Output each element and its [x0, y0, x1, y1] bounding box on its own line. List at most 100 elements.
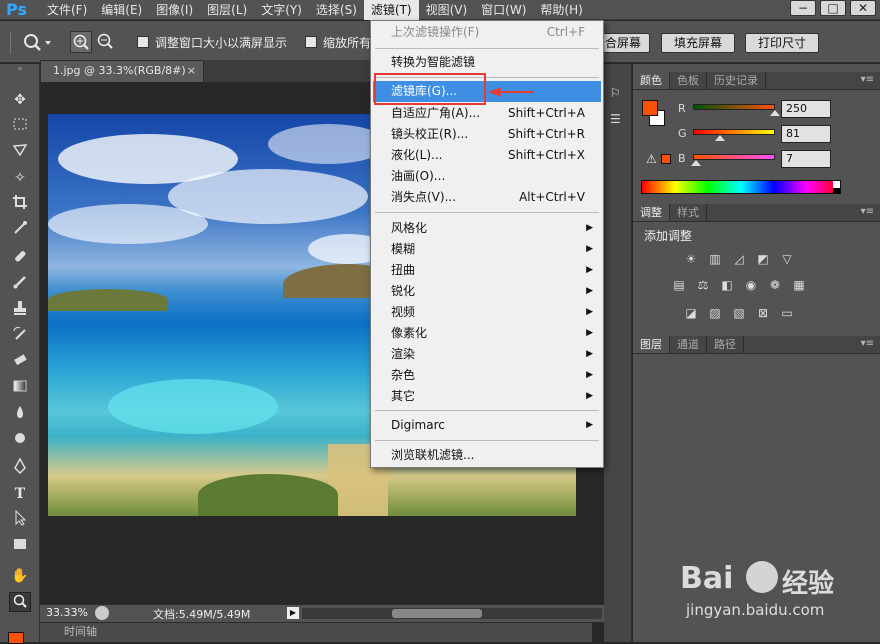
menu-item-digimarc[interactable]: Digimarc ▶: [373, 415, 601, 436]
menu-item-video[interactable]: 视频 ▶: [373, 302, 601, 323]
menu-item-last-filter[interactable]: 上次滤镜操作(F) Ctrl+F: [373, 22, 601, 43]
menu-edit[interactable]: 编辑(E): [94, 0, 149, 20]
horizontal-scrollbar[interactable]: [302, 608, 602, 619]
menu-item-oil-paint[interactable]: 油画(O)...: [373, 166, 601, 187]
blur-tool-icon[interactable]: [9, 404, 31, 424]
white-swatch[interactable]: [833, 181, 840, 188]
path-selection-tool-icon[interactable]: [9, 509, 31, 530]
collapse-arrows-icon[interactable]: »: [9, 64, 31, 74]
r-slider[interactable]: [693, 104, 775, 110]
menu-image[interactable]: 图像(I): [149, 0, 200, 20]
type-tool-icon[interactable]: T: [9, 484, 31, 504]
tab-paths[interactable]: 路径: [707, 336, 744, 353]
lasso-tool-icon[interactable]: [9, 142, 31, 162]
tab-layers[interactable]: 图层: [633, 336, 670, 353]
b-slider-handle[interactable]: [691, 160, 701, 166]
exposure-icon[interactable]: ◩: [755, 252, 771, 266]
g-value-input[interactable]: 81: [781, 125, 831, 143]
properties-panel-icon[interactable]: ☰: [610, 112, 626, 126]
menu-select[interactable]: 选择(S): [309, 0, 364, 20]
menu-filter[interactable]: 滤镜(T): [363, 0, 419, 20]
zoom-out-icon[interactable]: [95, 31, 117, 53]
curves-icon[interactable]: ◿: [731, 252, 747, 266]
menu-item-adaptive-wide-angle[interactable]: 自适应广角(A)... Shift+Ctrl+A: [373, 103, 601, 124]
minimize-button[interactable]: −: [790, 0, 816, 16]
menu-item-distort[interactable]: 扭曲 ▶: [373, 260, 601, 281]
gradient-tool-icon[interactable]: [9, 378, 31, 398]
zoom-tool-icon[interactable]: [20, 31, 52, 53]
tab-styles[interactable]: 样式: [670, 204, 707, 221]
levels-icon[interactable]: ▥: [707, 252, 723, 266]
zoom-all-checkbox[interactable]: [305, 36, 317, 48]
menu-item-liquify[interactable]: 液化(L)... Shift+Ctrl+X: [373, 145, 601, 166]
eraser-tool-icon[interactable]: [9, 352, 31, 372]
status-info-icon[interactable]: [95, 606, 109, 620]
gamut-warning-icon[interactable]: ⚠: [646, 152, 657, 166]
menu-type[interactable]: 文字(Y): [254, 0, 309, 20]
posterize-icon[interactable]: ▨: [707, 306, 723, 320]
b-slider[interactable]: [693, 154, 775, 160]
tab-close-icon[interactable]: ×: [187, 61, 196, 81]
threshold-icon[interactable]: ▧: [731, 306, 747, 320]
fit-screen-button[interactable]: 合屏幕: [596, 33, 650, 53]
tab-channels[interactable]: 通道: [670, 336, 707, 353]
resize-windows-checkbox[interactable]: [137, 36, 149, 48]
print-size-button[interactable]: 打印尺寸: [745, 33, 819, 53]
fill-screen-button[interactable]: 填充屏幕: [661, 33, 735, 53]
vibrance-icon[interactable]: ▽: [779, 252, 795, 266]
fg-color-chip-top[interactable]: [642, 100, 658, 116]
history-panel-icon[interactable]: ⚐: [610, 86, 626, 100]
hue-saturation-icon[interactable]: ▤: [671, 278, 687, 292]
photo-filter-icon[interactable]: ◉: [743, 278, 759, 292]
maximize-button[interactable]: □: [820, 0, 846, 16]
menu-item-sharpen[interactable]: 锐化 ▶: [373, 281, 601, 302]
menu-window[interactable]: 窗口(W): [474, 0, 533, 20]
zoom-in-icon[interactable]: [70, 31, 92, 53]
brightness-icon[interactable]: ☀: [683, 252, 699, 266]
r-slider-handle[interactable]: [770, 110, 780, 116]
timeline-panel-tab[interactable]: 时间轴: [40, 622, 592, 642]
clone-stamp-tool-icon[interactable]: [9, 300, 31, 320]
menu-item-render[interactable]: 渲染 ▶: [373, 344, 601, 365]
menu-item-lens-correction[interactable]: 镜头校正(R)... Shift+Ctrl+R: [373, 124, 601, 145]
zoom-level[interactable]: 33.33%: [46, 606, 88, 619]
menu-item-pixelate[interactable]: 像素化 ▶: [373, 323, 601, 344]
selective-color-icon[interactable]: ⊠: [755, 306, 771, 320]
close-button[interactable]: ✕: [850, 0, 876, 16]
healing-brush-tool-icon[interactable]: [9, 248, 31, 268]
black-white-icon[interactable]: ◧: [719, 278, 735, 292]
move-tool-icon[interactable]: ✥: [9, 90, 31, 110]
crop-tool-icon[interactable]: [9, 194, 31, 214]
tab-adjustments[interactable]: 调整: [633, 204, 670, 221]
g-slider[interactable]: [693, 129, 775, 135]
menu-item-stylize[interactable]: 风格化 ▶: [373, 218, 601, 239]
layers-panel-menu-icon[interactable]: ▾≡: [861, 338, 874, 349]
hand-tool-icon[interactable]: ✋: [9, 566, 31, 586]
menu-help[interactable]: 帮助(H): [533, 0, 589, 20]
gradient-map-icon[interactable]: ▭: [779, 306, 795, 320]
scrollbar-thumb[interactable]: [392, 609, 482, 618]
gamut-color-chip[interactable]: [661, 154, 671, 164]
adjust-panel-menu-icon[interactable]: ▾≡: [861, 206, 874, 217]
channel-mixer-icon[interactable]: ❁: [767, 278, 783, 292]
foreground-color-swatch[interactable]: [8, 632, 24, 644]
brush-tool-icon[interactable]: [9, 274, 31, 294]
tab-history[interactable]: 历史记录: [707, 72, 766, 89]
tab-color[interactable]: 颜色: [633, 72, 670, 89]
invert-icon[interactable]: ◪: [683, 306, 699, 320]
r-value-input[interactable]: 250: [781, 100, 831, 118]
panel-menu-icon[interactable]: ▾≡: [861, 74, 874, 85]
marquee-tool-icon[interactable]: [9, 116, 31, 136]
eyedropper-tool-icon[interactable]: [9, 220, 31, 240]
document-tab[interactable]: 1.jpg @ 33.3%(RGB/8#) ×: [40, 60, 204, 82]
zoom-tool-icon[interactable]: [9, 592, 31, 612]
tab-swatches[interactable]: 色板: [670, 72, 707, 89]
menu-item-browse-online-filters[interactable]: 浏览联机滤镜...: [373, 445, 601, 466]
menu-item-blur[interactable]: 模糊 ▶: [373, 239, 601, 260]
history-brush-tool-icon[interactable]: [9, 326, 31, 346]
color-spectrum-ramp[interactable]: [641, 180, 841, 194]
menu-item-noise[interactable]: 杂色 ▶: [373, 365, 601, 386]
menu-item-other[interactable]: 其它 ▶: [373, 386, 601, 407]
menu-layer[interactable]: 图层(L): [200, 0, 254, 20]
rectangle-tool-icon[interactable]: [9, 536, 31, 556]
